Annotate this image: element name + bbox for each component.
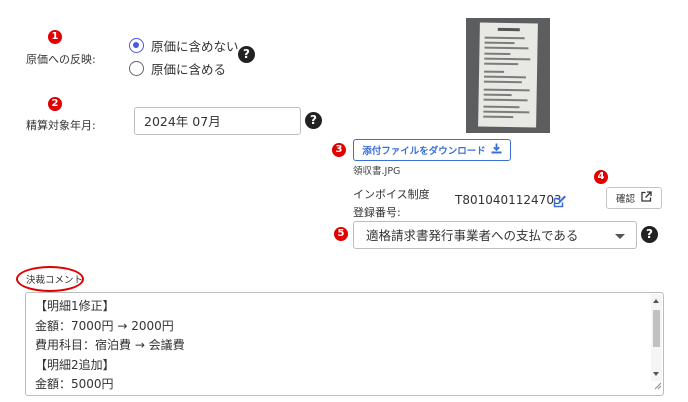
edit-icon[interactable] bbox=[553, 193, 567, 212]
invoice-registration-number: T8010401124703 bbox=[455, 193, 562, 207]
radio-include-label: 原価に含める bbox=[151, 62, 227, 77]
step-badge-3: 3 bbox=[332, 143, 346, 157]
receipt-thumbnail[interactable] bbox=[466, 18, 550, 133]
invoice-label-line2: 登録番号: bbox=[353, 206, 401, 219]
approval-comment-textarea[interactable]: 【明細1修正】 金額：7000円 → 2000円 費用科目：宿泊費 → 会議費 … bbox=[25, 292, 664, 396]
help-icon-payment-type[interactable]: ? bbox=[641, 226, 658, 243]
step-badge-4: 4 bbox=[594, 170, 608, 184]
step-badge-1: 1 bbox=[48, 30, 62, 44]
settlement-month-field[interactable]: 2024年 07月 bbox=[134, 107, 301, 135]
comment-line: 金額：7000円 → 2000円 bbox=[35, 318, 174, 333]
download-attachment-label: 添付ファイルをダウンロード bbox=[362, 146, 486, 157]
scroll-up-arrow-icon[interactable] bbox=[653, 299, 659, 303]
resize-handle-icon[interactable] bbox=[653, 375, 662, 394]
settlement-month-label: 精算対象年月: bbox=[26, 119, 96, 132]
attachment-file-name: 領収書.JPG bbox=[353, 166, 401, 177]
radio-exclude-label: 原価に含めない bbox=[151, 39, 239, 54]
confirm-button[interactable]: 確認 bbox=[606, 187, 662, 209]
radio-unchecked-indicator[interactable] bbox=[129, 61, 144, 76]
payment-type-selected: 適格請求書発行事業者への支払である bbox=[366, 228, 579, 243]
invoice-label-line1: インボイス制度 bbox=[353, 188, 430, 201]
step-badge-5: 5 bbox=[334, 227, 348, 241]
help-icon-settlement-month[interactable]: ? bbox=[305, 112, 322, 129]
step-badge-2: 2 bbox=[48, 97, 62, 111]
comment-line: 【明細1修正】 bbox=[35, 299, 115, 313]
scroll-thumb[interactable] bbox=[653, 310, 660, 347]
radio-exclude-from-cost[interactable]: 原価に含めない bbox=[129, 36, 239, 55]
comment-scrollbar[interactable] bbox=[651, 294, 662, 381]
help-icon-cost-reflection[interactable]: ? bbox=[238, 46, 255, 63]
cost-reflection-label: 原価への反映: bbox=[26, 53, 96, 66]
payment-type-select[interactable]: 適格請求書発行事業者への支払である bbox=[353, 221, 637, 249]
comment-line: 金額：5000円 bbox=[35, 377, 114, 391]
approval-comment-label: 決裁コメント bbox=[26, 275, 84, 286]
receipt-paper bbox=[478, 22, 538, 128]
comment-line: 【明細2追加】 bbox=[35, 357, 115, 372]
external-link-icon bbox=[641, 191, 652, 205]
comment-line: 費用科目：宿泊費 → 会議費 bbox=[35, 338, 185, 352]
radio-include-in-cost[interactable]: 原価に含める bbox=[129, 59, 226, 78]
chevron-down-icon bbox=[615, 234, 625, 239]
download-icon bbox=[491, 143, 502, 157]
confirm-label: 確認 bbox=[615, 194, 635, 205]
radio-checked-indicator[interactable] bbox=[129, 38, 144, 53]
download-attachment-button[interactable]: 添付ファイルをダウンロード bbox=[353, 139, 511, 161]
